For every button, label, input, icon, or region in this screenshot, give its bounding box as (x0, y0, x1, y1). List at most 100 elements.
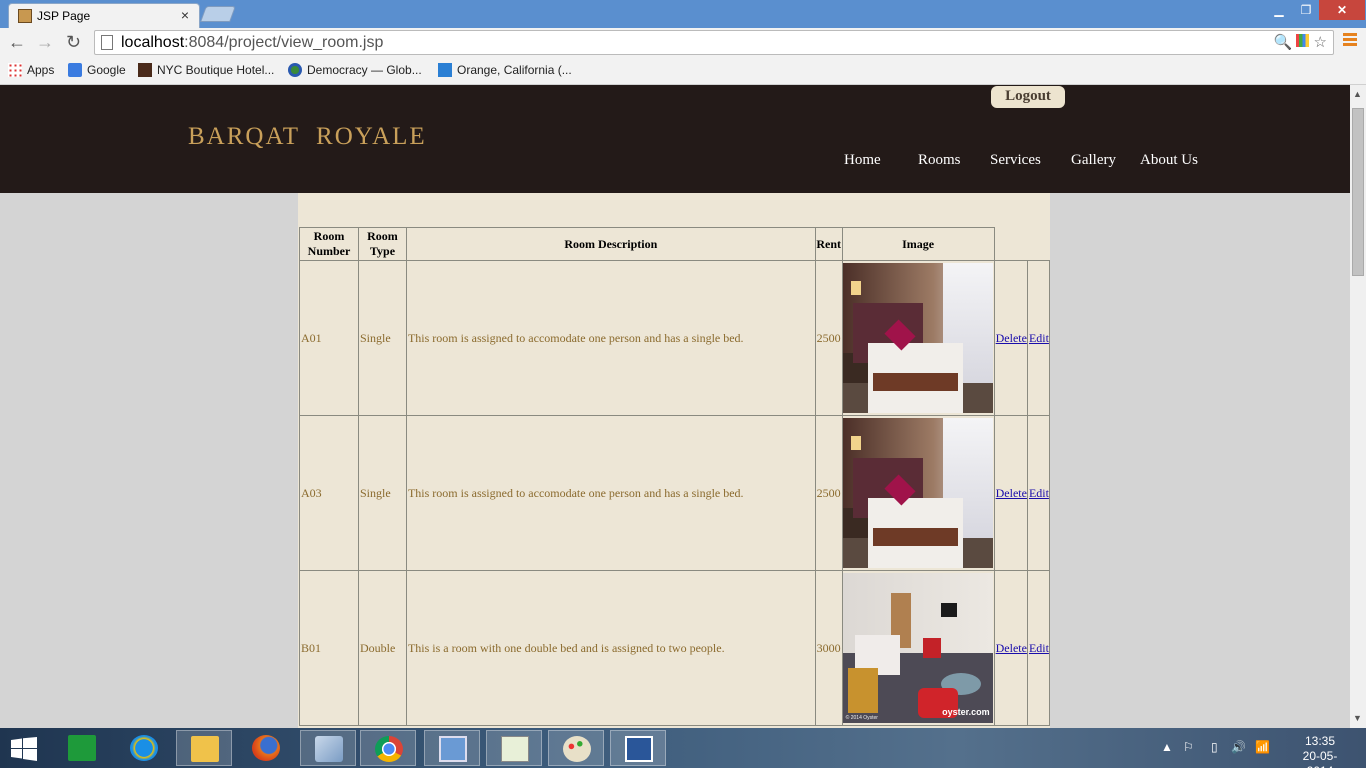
nav-about-us[interactable]: About Us (1140, 152, 1198, 169)
battery-icon[interactable]: ▯ (1211, 740, 1218, 754)
new-tab-button[interactable] (200, 6, 236, 22)
logout-button[interactable]: Logout (991, 86, 1065, 108)
window-close-button[interactable]: ✕ (1319, 0, 1365, 20)
room-number-cell: B01 (299, 570, 359, 726)
edit-cell: Edit (1026, 260, 1051, 416)
taskbar-notepad[interactable] (486, 730, 542, 766)
rent-cell: 2500 (814, 260, 843, 416)
header-image: Image (841, 227, 995, 261)
room-number-cell: A03 (299, 415, 359, 571)
vertical-scrollbar[interactable]: ▲ ▼ (1350, 85, 1366, 728)
taskbar-chrome[interactable] (360, 730, 416, 766)
page-favicon-icon (18, 9, 32, 23)
tray-expand-icon[interactable]: ▲ (1161, 740, 1173, 754)
address-bar[interactable]: localhost:8084/project/view_room.jsp 🔍 ☆ (94, 30, 1334, 55)
bookmark-nyc-hotel[interactable]: NYC Boutique Hotel... (138, 63, 274, 77)
edit-link[interactable]: Edit (1029, 641, 1049, 655)
browser-toolbar: ← → ↻ localhost:8084/project/view_room.j… (0, 28, 1366, 58)
windows-taskbar: ▲ ⚐ ▯ 🔊 📶 13:35 20-05-2014 (0, 728, 1366, 768)
bookmark-apps[interactable]: Apps (8, 63, 54, 77)
page-icon (101, 35, 113, 50)
firefox-icon (252, 735, 280, 761)
nav-home[interactable]: Home (844, 152, 881, 169)
bookmark-google[interactable]: Google (68, 63, 126, 77)
edit-link[interactable]: Edit (1029, 486, 1049, 500)
delete-link[interactable]: Delete (996, 486, 1027, 500)
scroll-thumb[interactable] (1352, 108, 1364, 276)
bookmark-orange-california[interactable]: Orange, California (... (438, 63, 572, 77)
scroll-down-icon[interactable]: ▼ (1353, 713, 1362, 723)
room-type-cell: Single (357, 260, 407, 416)
photo-copyright: © 2014 Oyster (845, 715, 878, 721)
browser-tab[interactable]: JSP Page × (8, 3, 200, 28)
rent-cell: 3000 (814, 570, 843, 726)
taskbar-clock[interactable]: 13:35 20-05-2014 (1290, 734, 1350, 768)
window-minimize-button[interactable]: ▁ (1265, 0, 1293, 20)
zoom-icon[interactable]: 🔍 (1274, 34, 1293, 51)
reload-icon[interactable]: ↻ (66, 32, 81, 53)
network-signal-icon[interactable]: 📶 (1255, 740, 1270, 754)
clock-time: 13:35 (1304, 734, 1336, 748)
site-header: BARQAT ROYALE Logout Home Rooms Services… (0, 85, 1350, 193)
bookmark-democracy[interactable]: Democracy — Glob... (288, 63, 422, 77)
taskbar-word[interactable] (610, 730, 666, 766)
taskbar-paint[interactable] (548, 730, 604, 766)
taskbar-firefox[interactable] (238, 730, 294, 766)
notepad-icon (501, 736, 529, 762)
chrome-menu-icon[interactable] (1343, 33, 1357, 51)
delete-link[interactable]: Delete (996, 641, 1027, 655)
scroll-up-icon[interactable]: ▲ (1353, 89, 1362, 99)
nav-rooms[interactable]: Rooms (918, 152, 961, 169)
omnibox-actions: 🔍 ☆ (1274, 33, 1327, 51)
taskbar-file-explorer[interactable] (176, 730, 232, 766)
action-center-flag-icon[interactable]: ⚐ (1183, 740, 1194, 754)
site-logo[interactable]: BARQAT ROYALE (188, 123, 427, 151)
delete-cell: Delete (993, 260, 1028, 416)
delete-cell: Delete (993, 415, 1028, 571)
back-arrow-icon[interactable]: ← (8, 32, 26, 53)
image-cell (841, 415, 995, 571)
volume-icon[interactable]: 🔊 (1231, 740, 1246, 754)
taskbar-store[interactable] (54, 730, 110, 766)
edit-link[interactable]: Edit (1029, 331, 1049, 345)
edit-cell: Edit (1026, 415, 1051, 571)
image-cell (841, 260, 995, 416)
rent-cell: 2500 (814, 415, 843, 571)
delete-cell: Delete (993, 570, 1028, 726)
single-room-photo (842, 418, 993, 568)
globe-icon (288, 63, 302, 77)
table-row: A03 Single This room is assigned to acco… (299, 415, 1051, 571)
content-panel: Room Number Room Type Room Description R… (298, 193, 1051, 728)
forward-arrow-icon[interactable]: → (36, 32, 54, 53)
cube-icon (315, 736, 343, 762)
extension-icon[interactable] (1296, 34, 1310, 47)
nav-gallery[interactable]: Gallery (1071, 152, 1116, 169)
taskbar-app-window[interactable] (424, 730, 480, 766)
paint-palette-icon (563, 736, 591, 762)
nav-services[interactable]: Services (990, 152, 1041, 169)
windows-logo-icon (11, 737, 37, 761)
header-room-description: Room Description (405, 227, 816, 261)
single-room-photo (842, 263, 993, 413)
apps-grid-icon (8, 63, 22, 77)
bookmark-star-icon[interactable]: ☆ (1314, 34, 1327, 51)
taskbar-virtualbox[interactable] (300, 730, 356, 766)
start-button[interactable] (0, 730, 50, 766)
room-description-cell: This room is assigned to accomodate one … (405, 415, 816, 571)
clock-date: 20-05-2014 (1302, 749, 1338, 768)
internet-explorer-icon (130, 735, 158, 761)
hc-icon (138, 63, 152, 77)
window-maximize-button[interactable]: ❐ (1293, 0, 1319, 20)
page-viewport: BARQAT ROYALE Logout Home Rooms Services… (0, 85, 1350, 728)
browser-title-bar: JSP Page × ▁ ❐ ✕ (0, 0, 1366, 28)
delete-link[interactable]: Delete (996, 331, 1027, 345)
edit-cell: Edit (1026, 570, 1051, 726)
store-icon (68, 735, 96, 761)
folder-icon (191, 736, 219, 762)
taskbar-internet-explorer[interactable] (116, 730, 172, 766)
room-description-cell: This room is assigned to accomodate one … (405, 260, 816, 416)
tab-close-icon[interactable]: × (181, 7, 189, 23)
room-number-cell: A01 (299, 260, 359, 416)
photo-watermark: oyster.com (942, 707, 990, 717)
image-cell: oyster.com © 2014 Oyster (841, 570, 995, 726)
